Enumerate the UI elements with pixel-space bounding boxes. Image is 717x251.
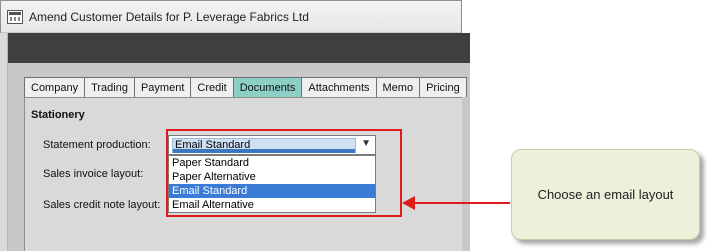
title-bar: Amend Customer Details for P. Leverage F… [1, 1, 461, 33]
tab-memo[interactable]: Memo [375, 77, 421, 97]
tab-pricing[interactable]: Pricing [419, 77, 467, 97]
tab-strip: Company Trading Payment Credit Documents… [24, 77, 467, 97]
sales-invoice-layout-label: Sales invoice layout: [43, 168, 144, 180]
toolbar-band [8, 33, 470, 63]
sales-credit-note-layout-label: Sales credit note layout: [43, 199, 161, 211]
window-grid-icon [7, 10, 23, 24]
tab-trading[interactable]: Trading [84, 77, 135, 97]
tab-attachments[interactable]: Attachments [301, 77, 377, 97]
section-title: Stationery [31, 109, 85, 121]
tab-company[interactable]: Company [24, 77, 86, 97]
tab-payment[interactable]: Payment [133, 77, 192, 97]
window-title: Amend Customer Details for P. Leverage F… [29, 10, 309, 24]
callout-box: Choose an email layout [511, 149, 700, 240]
window-left-strip [0, 33, 8, 251]
pointer-arrow-line [414, 202, 510, 204]
highlight-box [166, 129, 402, 217]
tab-credit[interactable]: Credit [190, 77, 234, 97]
statement-production-label: Statement production: [43, 139, 151, 151]
tab-documents[interactable]: Documents [232, 77, 303, 97]
callout-text: Choose an email layout [537, 187, 674, 202]
screenshot-stage: Amend Customer Details for P. Leverage F… [0, 0, 717, 251]
arrow-left-icon [402, 196, 415, 210]
